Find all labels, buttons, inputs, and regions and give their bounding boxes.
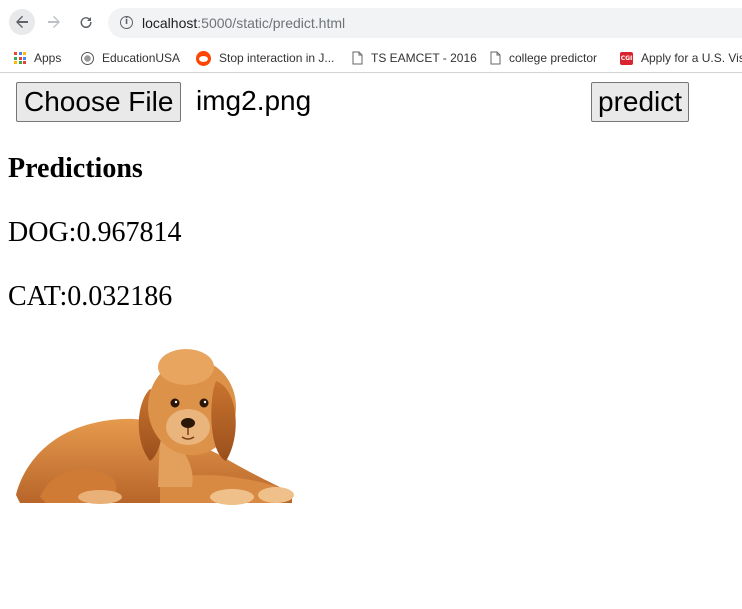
reload-button[interactable] (73, 9, 99, 35)
bookmark-label: college predictor (509, 51, 598, 65)
bookmark-stop-interaction[interactable]: Stop interaction in J... (196, 44, 334, 72)
url-text[interactable]: localhost:5000/static/predict.html (142, 15, 345, 31)
bookmark-apply-visa[interactable]: CGI Apply for a U.S. Vis (620, 44, 742, 72)
page-icon (490, 51, 501, 65)
prediction-cat: CAT:0.032186 (8, 281, 173, 312)
info-icon[interactable]: i (120, 16, 133, 29)
bookmark-educationusa[interactable]: EducationUSA (81, 44, 180, 72)
selected-file-name: img2.png (196, 85, 312, 116)
forward-arrow-icon (48, 15, 60, 28)
predict-button[interactable]: predict (591, 82, 690, 122)
bookmark-label: EducationUSA (102, 51, 181, 65)
predictions-heading: Predictions (8, 153, 143, 184)
url-path: :5000/static/predict.html (197, 15, 346, 31)
bookmark-apps[interactable]: Apps (14, 44, 61, 72)
page-content: Choose File img2.png predict Predictions… (0, 73, 742, 609)
bookmark-label: Apply for a U.S. Vis (641, 51, 742, 65)
apps-grid-icon (14, 52, 26, 64)
cgi-icon: CGI (620, 51, 633, 65)
bookmark-label: Stop interaction in J... (219, 51, 335, 65)
bookmark-college-predictor[interactable]: college predictor (490, 44, 597, 72)
back-arrow-icon (16, 15, 28, 28)
bookmark-label: Apps (34, 51, 62, 65)
seal-icon (81, 51, 94, 65)
reload-icon (80, 17, 92, 29)
address-bar[interactable]: i localhost:5000/static/predict.html (108, 8, 742, 38)
uploaded-dog-image (16, 349, 294, 505)
bookmark-label: TS EAMCET - 2016 (371, 51, 477, 65)
reddit-icon (196, 50, 211, 66)
bookmark-ts-eamcet[interactable]: TS EAMCET - 2016 (352, 44, 477, 72)
back-button[interactable] (9, 9, 35, 35)
choose-file-button[interactable]: Choose File (16, 82, 182, 122)
page-icon (352, 51, 363, 65)
url-host: localhost (142, 15, 198, 31)
bookmarks-bar: Apps EducationUSA Stop interaction in J.… (0, 44, 742, 73)
prediction-dog: DOG:0.967814 (8, 217, 182, 248)
forward-button[interactable] (41, 9, 67, 35)
browser-toolbar: i localhost:5000/static/predict.html (0, 0, 742, 44)
